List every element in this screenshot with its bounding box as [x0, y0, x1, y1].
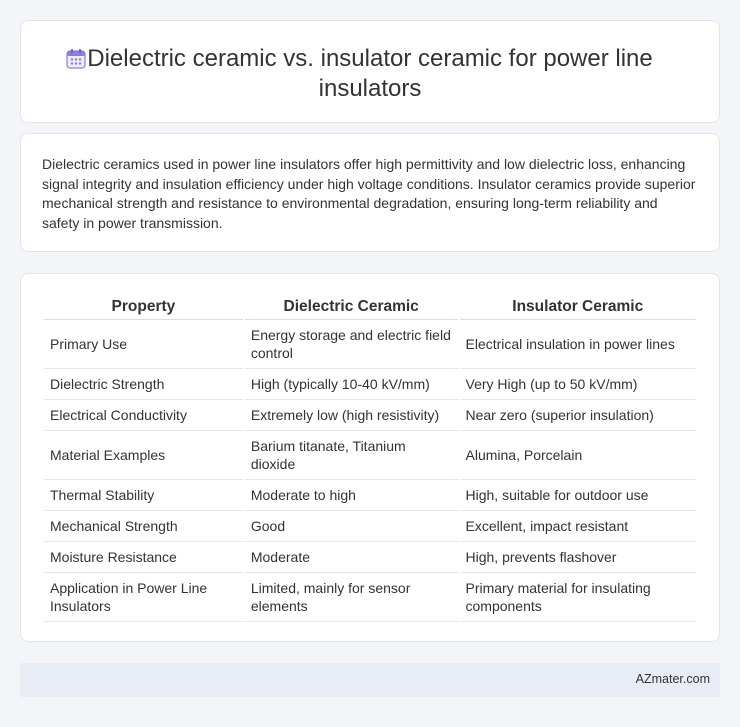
table-cell: High, prevents flashover: [459, 542, 696, 573]
column-header-insulator: Insulator Ceramic: [459, 296, 696, 320]
title-card: Dielectric ceramic vs. insulator ceramic…: [20, 20, 720, 123]
table-row: Moisture Resistance Moderate High, preve…: [44, 542, 696, 573]
table-cell: Moderate to high: [244, 480, 458, 511]
table-cell: Application in Power Line Insulators: [44, 573, 243, 622]
footer-bar: AZmater.com: [20, 663, 720, 697]
table-cell: Moderate: [244, 542, 458, 573]
table-cell: High, suitable for outdoor use: [459, 480, 696, 511]
table-row: Electrical Conductivity Extremely low (h…: [44, 400, 696, 431]
table-cell: Energy storage and electric field contro…: [244, 320, 458, 369]
table-cell: Thermal Stability: [44, 480, 243, 511]
column-header-property: Property: [44, 296, 243, 320]
table-cell: Electrical insulation in power lines: [459, 320, 696, 369]
description-card: Dielectric ceramics used in power line i…: [20, 133, 720, 252]
table-cell: Mechanical Strength: [44, 511, 243, 542]
comparison-table-card: Property Dielectric Ceramic Insulator Ce…: [20, 273, 720, 642]
table-header-row: Property Dielectric Ceramic Insulator Ce…: [44, 296, 696, 320]
table-cell: Very High (up to 50 kV/mm): [459, 369, 696, 400]
table-row: Dielectric Strength High (typically 10-4…: [44, 369, 696, 400]
table-row: Mechanical Strength Good Excellent, impa…: [44, 511, 696, 542]
table-row: Material Examples Barium titanate, Titan…: [44, 431, 696, 480]
footer-brand: AZmater.com: [635, 672, 710, 686]
table-cell: Dielectric Strength: [44, 369, 243, 400]
table-cell: Electrical Conductivity: [44, 400, 243, 431]
table-row: Primary Use Energy storage and electric …: [44, 320, 696, 369]
table-cell: High (typically 10-40 kV/mm): [244, 369, 458, 400]
column-header-dielectric: Dielectric Ceramic: [244, 296, 458, 320]
comparison-table: Property Dielectric Ceramic Insulator Ce…: [42, 296, 698, 622]
table-row: Application in Power Line Insulators Lim…: [44, 573, 696, 622]
table-cell: Material Examples: [44, 431, 243, 480]
table-cell: Barium titanate, Titanium dioxide: [244, 431, 458, 480]
table-cell: Primary material for insulating componen…: [459, 573, 696, 622]
table-cell: Good: [244, 511, 458, 542]
table-row: Thermal Stability Moderate to high High,…: [44, 480, 696, 511]
table-cell: Primary Use: [44, 320, 243, 369]
table-cell: Excellent, impact resistant: [459, 511, 696, 542]
table-cell: Near zero (superior insulation): [459, 400, 696, 431]
page-title: Dielectric ceramic vs. insulator ceramic…: [87, 45, 653, 102]
table-cell: Extremely low (high resistivity): [244, 400, 458, 431]
table-cell: Alumina, Porcelain: [459, 431, 696, 480]
table-cell: Moisture Resistance: [44, 542, 243, 573]
table-cell: Limited, mainly for sensor elements: [244, 573, 458, 622]
description-text: Dielectric ceramics used in power line i…: [42, 156, 696, 231]
